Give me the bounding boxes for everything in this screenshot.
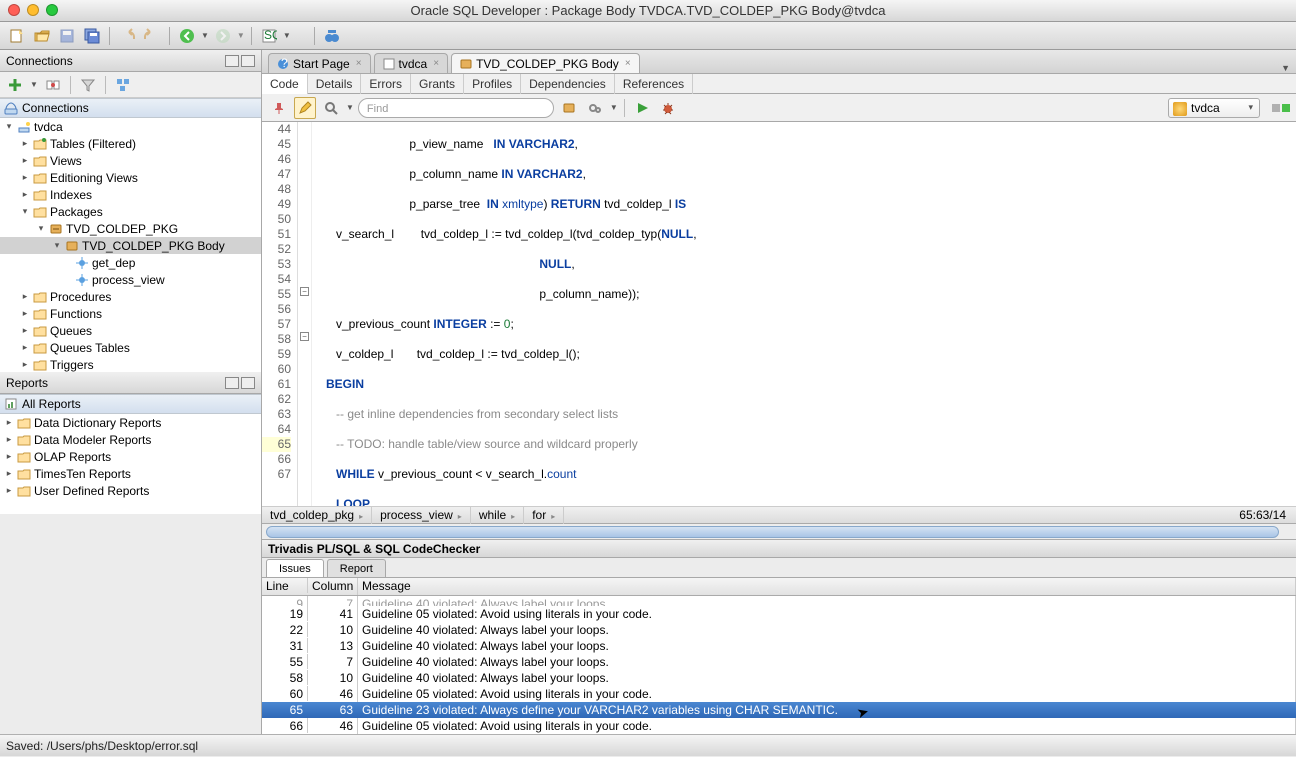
save-all-icon[interactable]: [81, 25, 103, 47]
crumb-item[interactable]: while: [471, 506, 524, 524]
undo-icon[interactable]: [116, 25, 138, 47]
table-header: Line Column Message: [262, 578, 1296, 596]
edit-icon[interactable]: [294, 97, 316, 119]
redo-icon[interactable]: [141, 25, 163, 47]
panel-minimize-icon[interactable]: [241, 55, 255, 67]
fold-minus-icon[interactable]: −: [300, 287, 309, 296]
tab-pkg-body[interactable]: TVD_COLDEP_PKG Body×: [451, 53, 640, 73]
subtab-dependencies[interactable]: Dependencies: [521, 74, 615, 94]
sub-tabs: Code Details Errors Grants Profiles Depe…: [262, 74, 1296, 94]
tns-icon[interactable]: [42, 74, 64, 96]
open-icon[interactable]: [31, 25, 53, 47]
tab-tvdca[interactable]: tvdca×: [374, 53, 449, 73]
table-row[interactable]: 5810Guideline 40 violated: Always label …: [262, 670, 1296, 686]
new-icon[interactable]: [6, 25, 28, 47]
reports-icon: [4, 397, 18, 411]
compile-icon[interactable]: [558, 97, 580, 119]
new-connection-icon[interactable]: [4, 74, 26, 96]
table-row[interactable]: 6563Guideline 23 violated: Always define…: [262, 702, 1296, 718]
debug-icon[interactable]: [657, 97, 679, 119]
fold-minus-icon[interactable]: −: [300, 332, 309, 341]
panel-minimize-icon[interactable]: [241, 377, 255, 389]
tabs-chevron-icon[interactable]: ▼: [1281, 63, 1296, 73]
subtab-details[interactable]: Details: [308, 74, 362, 94]
table-row[interactable]: 6046Guideline 05 violated: Avoid using l…: [262, 686, 1296, 702]
close-icon[interactable]: ×: [625, 58, 631, 69]
line-gutter: 4445464748495051525354555657585960616263…: [262, 122, 298, 506]
svg-text:SQL: SQL: [264, 28, 277, 42]
panel-pin-icon[interactable]: [225, 377, 239, 389]
subtab-grants[interactable]: Grants: [411, 74, 464, 94]
sql-worksheet-icon[interactable]: SQL: [258, 25, 280, 47]
save-icon[interactable]: [56, 25, 78, 47]
forward-icon[interactable]: [212, 25, 234, 47]
window-title: Oracle SQL Developer : Package Body TVDC…: [411, 3, 886, 18]
cursor-position: 65:63/14: [1239, 508, 1296, 522]
crumb-item[interactable]: process_view: [372, 506, 471, 524]
pin-icon[interactable]: [268, 97, 290, 119]
gears-icon[interactable]: [584, 97, 606, 119]
table-row[interactable]: 1941Guideline 05 violated: Avoid using l…: [262, 606, 1296, 622]
close-icon[interactable]: ×: [433, 58, 439, 69]
close-window-icon[interactable]: [8, 4, 20, 16]
zoom-window-icon[interactable]: [46, 4, 58, 16]
code-editor[interactable]: 4445464748495051525354555657585960616263…: [262, 122, 1296, 506]
code-body[interactable]: p_view_name IN VARCHAR2, p_column_name I…: [312, 122, 1296, 506]
connections-section-header[interactable]: Connections: [0, 98, 261, 118]
panel-pin-icon[interactable]: [225, 55, 239, 67]
checker-panel-header: Trivadis PL/SQL & SQL CodeChecker: [262, 540, 1296, 558]
breadcrumb: tvd_coldep_pkg process_view while for 65…: [262, 506, 1296, 524]
status-indicator: [1272, 104, 1290, 112]
fold-column[interactable]: − −: [298, 122, 312, 506]
subtab-errors[interactable]: Errors: [361, 74, 411, 94]
table-row[interactable]: 97Guideline 40 violated: Always label yo…: [262, 596, 1296, 606]
search-icon[interactable]: [320, 97, 342, 119]
tab-report[interactable]: Report: [327, 559, 386, 577]
tab-issues[interactable]: Issues: [266, 559, 324, 577]
back-icon[interactable]: [176, 25, 198, 47]
tab-start-page[interactable]: ?Start Page×: [268, 53, 371, 73]
filter-icon[interactable]: [77, 74, 99, 96]
worksheet-icon: [383, 58, 395, 70]
close-icon[interactable]: ×: [356, 58, 362, 69]
tree-item-pkg-body[interactable]: ▾TVD_COLDEP_PKG Body: [0, 237, 261, 254]
connections-icon: [4, 101, 18, 115]
table-row[interactable]: 557Guideline 40 violated: Always label y…: [262, 654, 1296, 670]
subtab-profiles[interactable]: Profiles: [464, 74, 521, 94]
window-titlebar: Oracle SQL Developer : Package Body TVDC…: [0, 0, 1296, 22]
connections-tree[interactable]: ▾tvdca ▸Tables (Filtered) ▸Views ▸Editio…: [0, 118, 261, 372]
reports-tree[interactable]: ▸Data Dictionary Reports ▸Data Modeler R…: [0, 414, 261, 514]
horizontal-scrollbar[interactable]: [262, 524, 1296, 540]
table-row[interactable]: 3113Guideline 40 violated: Always label …: [262, 638, 1296, 654]
editor-toolbar: ▼ Find ▼ tvdca: [262, 94, 1296, 122]
refresh-tree-icon[interactable]: [112, 74, 134, 96]
subtab-code[interactable]: Code: [262, 74, 308, 94]
dba-icon[interactable]: [321, 25, 343, 47]
crumb-item[interactable]: for: [524, 506, 564, 524]
main-toolbar: ▼ ▼ SQL ▼: [0, 22, 1296, 50]
status-bar: Saved: /Users/phs/Desktop/error.sql: [0, 734, 1296, 756]
table-row[interactable]: 6646Guideline 05 violated: Avoid using l…: [262, 718, 1296, 734]
connections-toolbar: ▼: [0, 72, 261, 98]
package-icon: [460, 58, 472, 70]
checker-tabs: Issues Report: [262, 558, 1296, 578]
reports-panel-header: Reports: [0, 372, 261, 394]
table-row[interactable]: 2210Guideline 40 violated: Always label …: [262, 622, 1296, 638]
help-icon: ?: [277, 58, 289, 70]
run-icon[interactable]: [631, 97, 653, 119]
subtab-references[interactable]: References: [615, 74, 693, 94]
minimize-window-icon[interactable]: [27, 4, 39, 16]
connection-selector[interactable]: tvdca: [1168, 98, 1260, 118]
editor-tabs: ?Start Page× tvdca× TVD_COLDEP_PKG Body×…: [262, 50, 1296, 74]
svg-text:?: ?: [281, 58, 288, 70]
find-input[interactable]: Find: [358, 98, 554, 118]
reports-section-header[interactable]: All Reports: [0, 394, 261, 414]
crumb-item[interactable]: tvd_coldep_pkg: [262, 506, 372, 524]
issues-table[interactable]: Line Column Message 97Guideline 40 viola…: [262, 578, 1296, 734]
connections-panel-header: Connections: [0, 50, 261, 72]
